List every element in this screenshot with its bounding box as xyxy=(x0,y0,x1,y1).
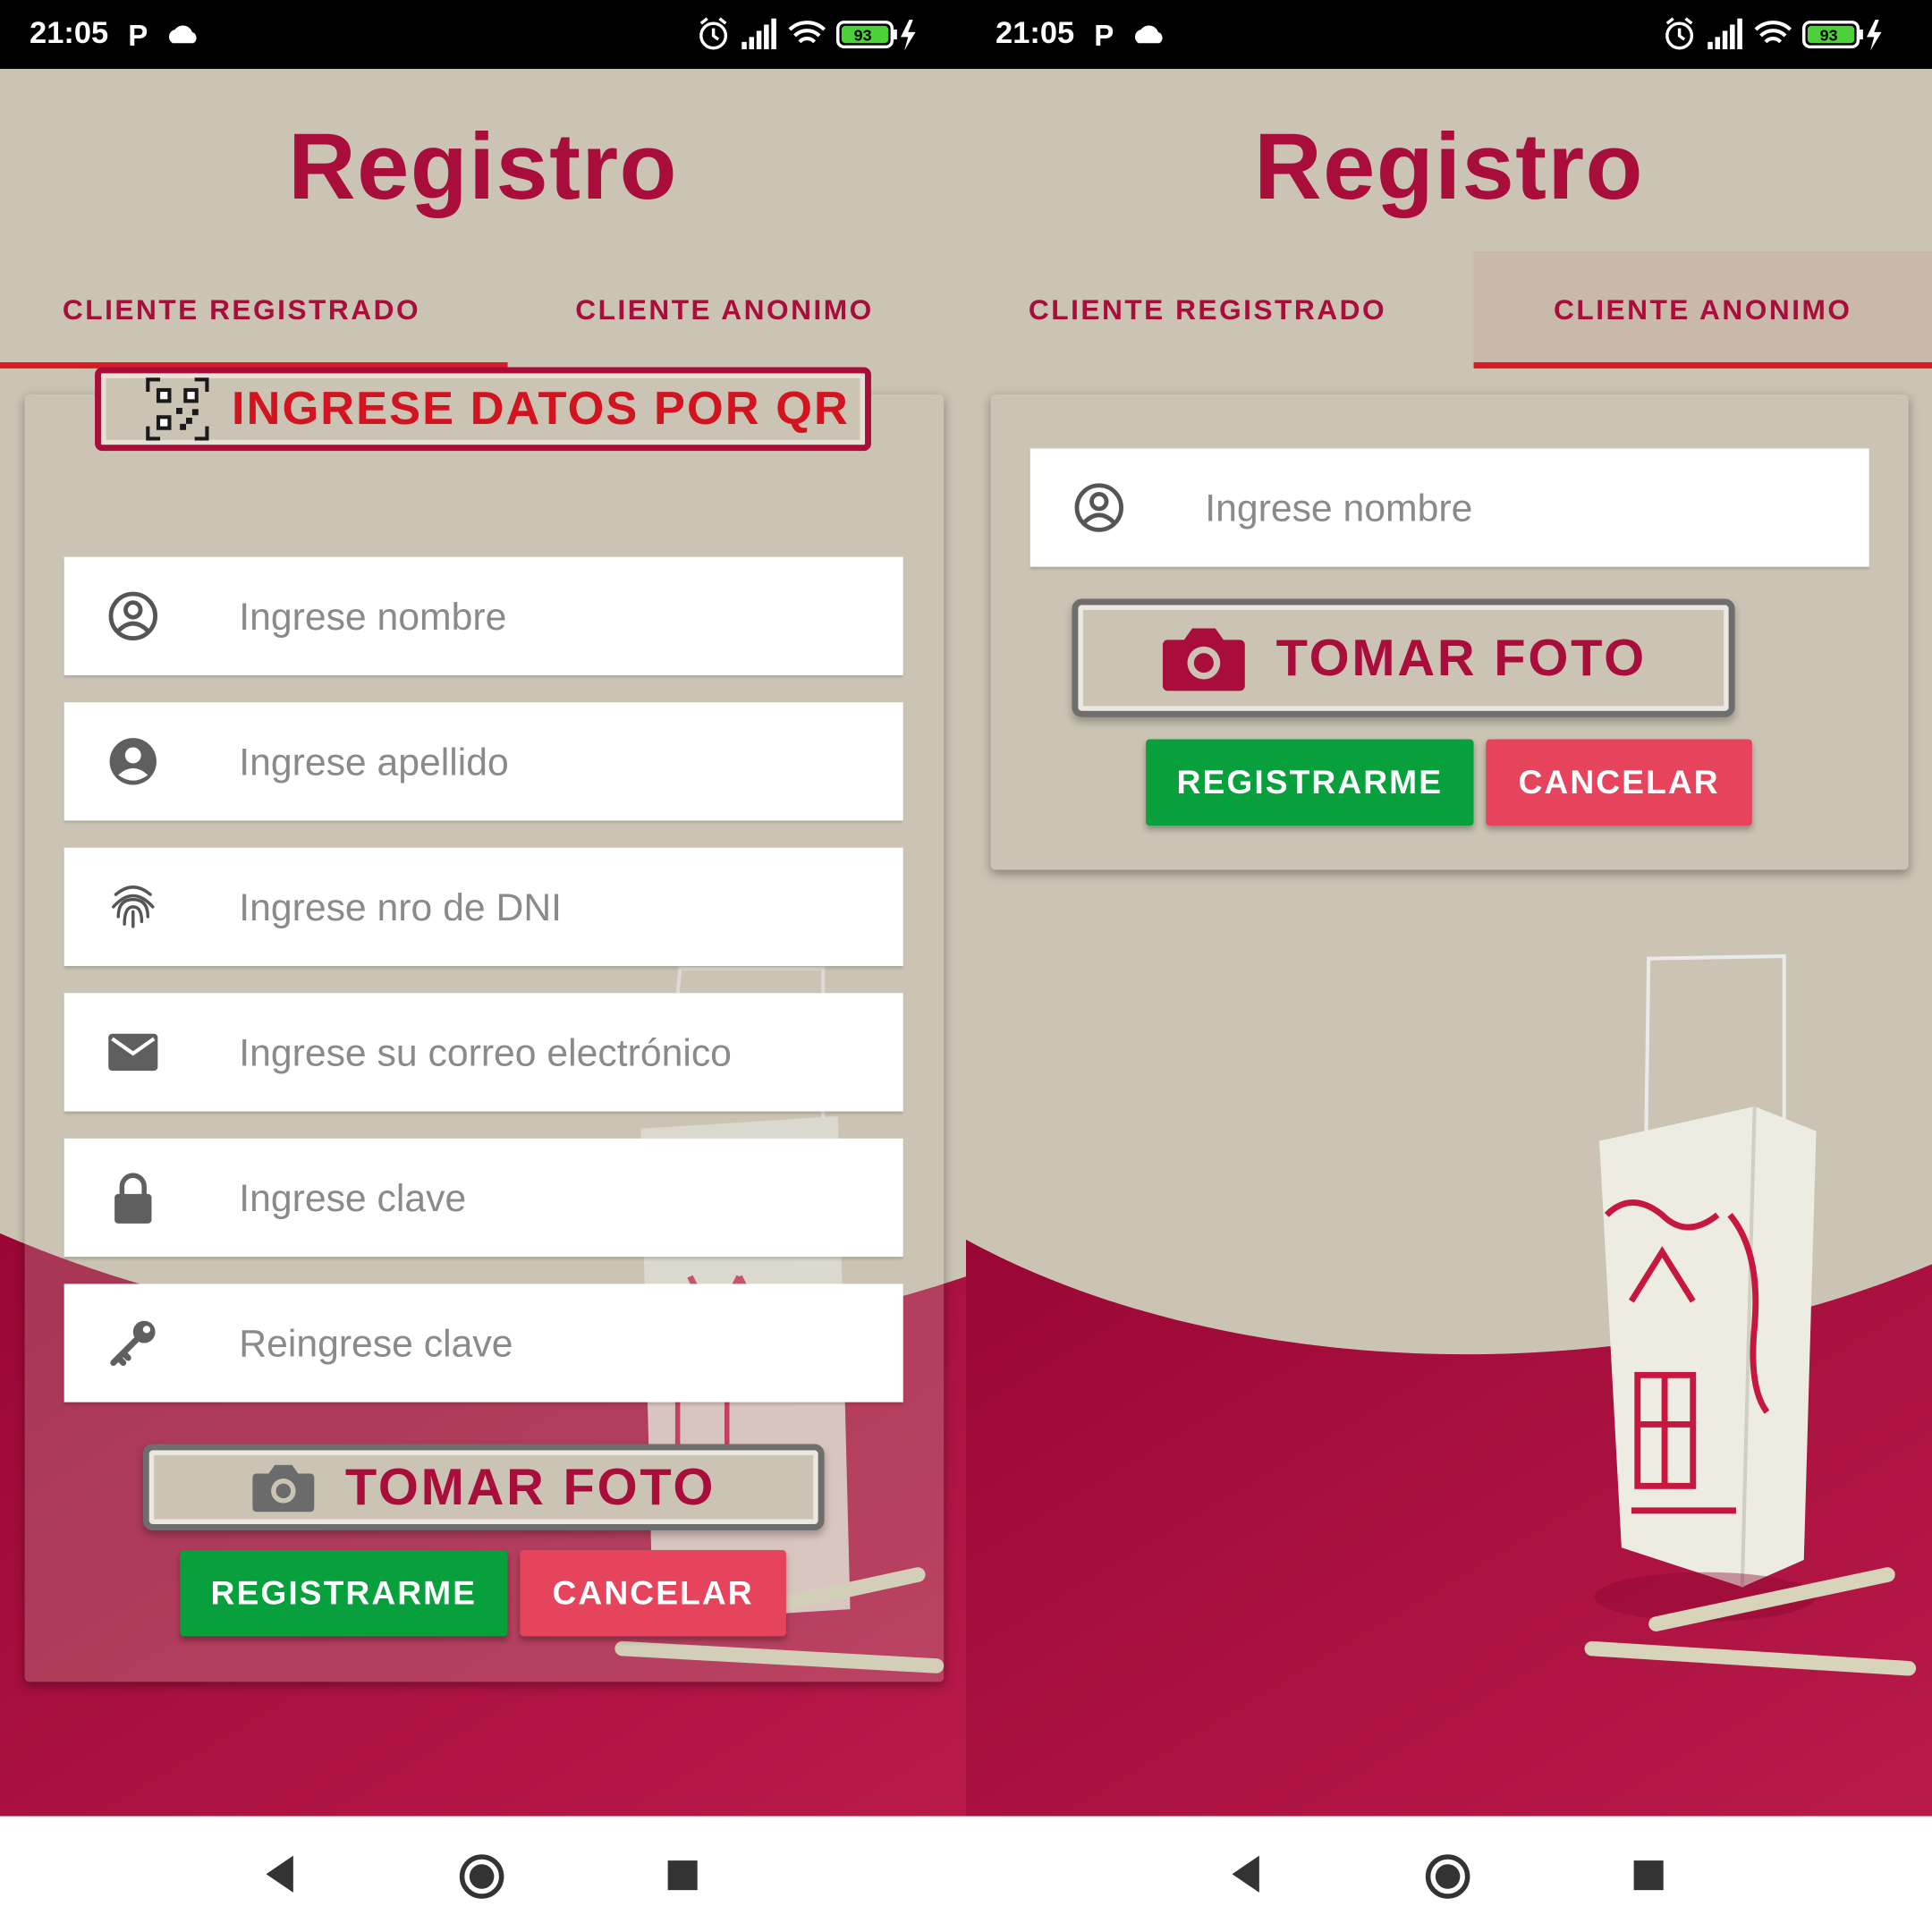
home-icon[interactable] xyxy=(1424,1853,1470,1900)
notification-icons: P xyxy=(128,17,214,57)
navigation-bar xyxy=(0,1816,966,1932)
notification-icons: P xyxy=(1094,17,1180,57)
status-time: 21:05 xyxy=(996,15,1075,51)
cancel-label: CANCELAR xyxy=(1518,763,1720,801)
svg-text:93: 93 xyxy=(854,26,872,44)
page-title: Registro xyxy=(288,114,678,220)
parking-icon: P xyxy=(1094,20,1114,53)
screenshot-stage: 21:05 P 93 Registro CLIENTE REGISTRADO C… xyxy=(0,0,1932,1932)
status-bar: 21:05 P 93 xyxy=(965,0,1932,70)
wifi-icon xyxy=(1754,21,1792,44)
system-icons: 93 xyxy=(1664,15,1911,61)
app-content: Registro CLIENTE REGISTRADO CLIENTE ANON… xyxy=(965,69,1932,1817)
page-title: Registro xyxy=(1254,114,1644,220)
password-field[interactable] xyxy=(64,1138,903,1259)
confirm-password-input[interactable] xyxy=(236,1284,883,1405)
take-photo-button[interactable]: TOMAR FOTO xyxy=(142,1444,825,1530)
tab-label: CLIENTE ANONIMO xyxy=(1554,292,1852,325)
status-time: 21:05 xyxy=(30,15,109,51)
confirm-password-field[interactable] xyxy=(64,1284,903,1405)
battery-icon: 93 xyxy=(1802,21,1863,49)
dni-input[interactable] xyxy=(236,847,883,969)
register-button[interactable]: REGISTRARME xyxy=(180,1549,508,1637)
cloud-icon xyxy=(168,25,197,44)
tab-registered-client[interactable]: CLIENTE REGISTRADO xyxy=(966,251,1449,367)
phone-registered-client: 21:05 P 93 Registro CLIENTE REGISTRADO C… xyxy=(0,0,966,1932)
dni-field[interactable] xyxy=(64,847,903,969)
battery-icon: 93 xyxy=(836,21,897,49)
signal-icon xyxy=(741,18,776,50)
account-circle-icon xyxy=(109,738,157,785)
signal-icon xyxy=(1707,18,1742,50)
back-icon[interactable] xyxy=(261,1853,298,1895)
name-field[interactable] xyxy=(64,556,903,678)
phone-anonymous-client: 21:05 P 93 Registro CLIENTE REGISTRADO C… xyxy=(965,0,1932,1932)
system-icons: 93 xyxy=(698,15,945,61)
lock-icon xyxy=(114,1173,152,1224)
register-label: REGISTRARME xyxy=(210,1573,478,1612)
name-input[interactable] xyxy=(236,556,883,678)
takeout-box-image xyxy=(1594,953,1817,1622)
camera-icon xyxy=(252,1464,315,1513)
status-bar: 21:05 P 93 xyxy=(0,0,966,70)
email-input[interactable] xyxy=(236,993,883,1114)
tab-anonymous-client[interactable]: CLIENTE ANONIMO xyxy=(1473,251,1932,368)
alarm-icon xyxy=(1665,17,1694,50)
wifi-icon xyxy=(788,21,826,44)
back-icon[interactable] xyxy=(1227,1853,1264,1895)
tab-registered-client[interactable]: CLIENTE REGISTRADO xyxy=(0,251,483,367)
parking-icon: P xyxy=(128,20,148,53)
surname-input[interactable] xyxy=(236,702,883,824)
take-photo-label: TOMAR FOTO xyxy=(1275,628,1647,687)
tab-anonymous-client[interactable]: CLIENTE ANONIMO xyxy=(483,251,966,367)
tab-label: CLIENTE ANONIMO xyxy=(575,292,874,325)
svg-text:P: P xyxy=(128,20,148,52)
tab-label: CLIENTE REGISTRADO xyxy=(1028,292,1387,325)
svg-text:93: 93 xyxy=(1820,26,1838,44)
camera-icon xyxy=(1162,628,1245,691)
qr-code-icon xyxy=(146,377,209,441)
cancel-button[interactable]: CANCELAR xyxy=(520,1549,786,1637)
home-icon[interactable] xyxy=(458,1853,504,1900)
cancel-button[interactable]: CANCELAR xyxy=(1486,739,1752,826)
account-circle-outline-icon xyxy=(108,591,157,640)
key-icon xyxy=(110,1320,156,1367)
email-field[interactable] xyxy=(64,993,903,1114)
alarm-icon xyxy=(699,17,728,50)
cancel-label: CANCELAR xyxy=(552,1573,754,1612)
password-input[interactable] xyxy=(236,1138,883,1259)
register-label: REGISTRARME xyxy=(1176,763,1444,801)
svg-text:P: P xyxy=(1094,20,1114,52)
take-photo-button[interactable]: TOMAR FOTO xyxy=(1072,598,1735,717)
qr-button-label: INGRESE DATOS POR QR xyxy=(231,382,850,435)
qr-scan-button[interactable]: INGRESE DATOS POR QR xyxy=(95,367,871,452)
register-button[interactable]: REGISTRARME xyxy=(1146,739,1474,826)
cloud-icon xyxy=(1134,25,1163,44)
surname-field[interactable] xyxy=(64,702,903,824)
charging-icon xyxy=(900,20,916,51)
active-tab-indicator xyxy=(1473,361,1932,369)
take-photo-label: TOMAR FOTO xyxy=(344,1457,716,1516)
recents-icon[interactable] xyxy=(665,1858,700,1893)
recents-icon[interactable] xyxy=(1631,1858,1666,1893)
name-field[interactable] xyxy=(1030,448,1869,570)
navigation-bar xyxy=(965,1816,1932,1932)
fingerprint-icon xyxy=(112,886,155,928)
tab-label: CLIENTE REGISTRADO xyxy=(62,292,421,325)
account-circle-outline-icon xyxy=(1074,483,1123,532)
charging-icon xyxy=(1866,20,1882,51)
name-input[interactable] xyxy=(1202,448,1849,570)
email-icon xyxy=(108,1033,158,1072)
